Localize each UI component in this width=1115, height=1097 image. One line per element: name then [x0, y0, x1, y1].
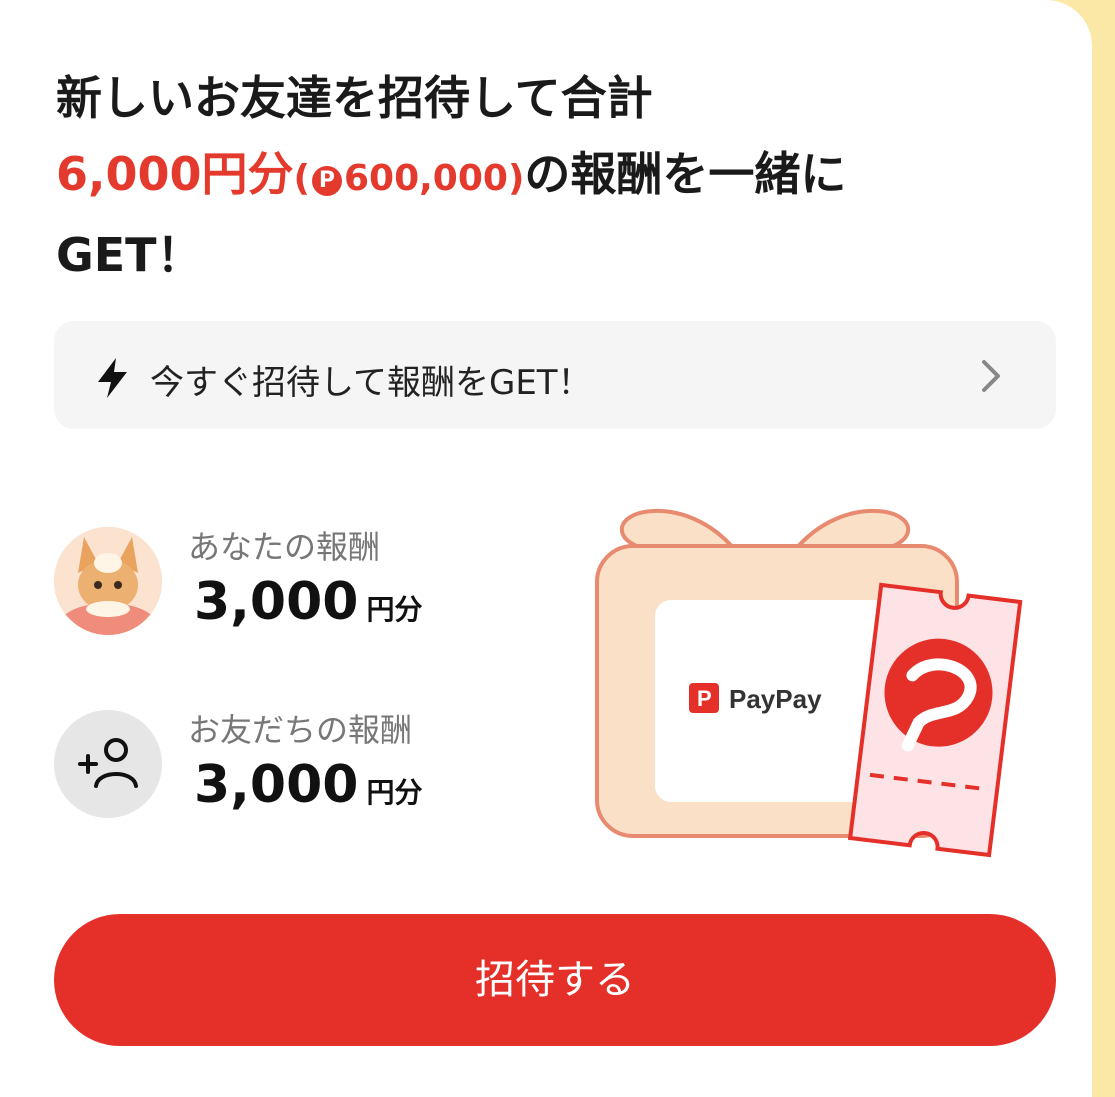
friend-reward-label: お友だちの報酬	[188, 711, 413, 749]
paypay-point-icon: P	[311, 166, 342, 196]
points-value: 600,000)	[343, 158, 525, 199]
avatar	[54, 527, 162, 635]
your-reward-value: 3,000	[194, 572, 359, 632]
invite-card: 新しいお友達を招待して合計 6,000円分(P 600,000)の報酬を一緒に G…	[0, 0, 1092, 1097]
your-reward-amount: 3,000 円分	[194, 572, 423, 632]
banner-text: 今すぐ招待して報酬をGET！	[150, 363, 592, 403]
friend-reward-value: 3,000	[194, 755, 359, 815]
headline-line-3: GET！	[56, 228, 203, 282]
friend-reward-amount: 3,000 円分	[194, 755, 423, 815]
lightning-icon	[98, 358, 127, 398]
add-person-icon	[54, 710, 162, 818]
invite-button[interactable]: 招待する	[54, 914, 1056, 1046]
chevron-right-icon	[982, 360, 1000, 392]
paypay-brand-text: PayPay	[729, 684, 822, 714]
points-open-paren: (	[293, 158, 310, 199]
paypay-logo: P	[689, 683, 719, 713]
svg-text:P: P	[697, 686, 712, 711]
headline-line-2-rest: の報酬を一緒に	[524, 147, 847, 201]
friend-reward-unit: 円分	[366, 776, 423, 809]
headline: 新しいお友達を招待して合計 6,000円分(P 600,000)の報酬を一緒に G…	[56, 60, 846, 293]
your-reward-label: あなたの報酬	[188, 528, 381, 566]
headline-amount: 6,000円分	[56, 147, 294, 201]
headline-line-2: 6,000円分(P 600,000)の報酬を一緒に	[56, 136, 846, 217]
your-reward-unit: 円分	[366, 593, 423, 626]
gift-illustration: P PayPay	[595, 509, 1023, 858]
headline-points: (P 600,000)	[294, 158, 525, 199]
headline-line-1: 新しいお友達を招待して合計	[56, 71, 653, 125]
